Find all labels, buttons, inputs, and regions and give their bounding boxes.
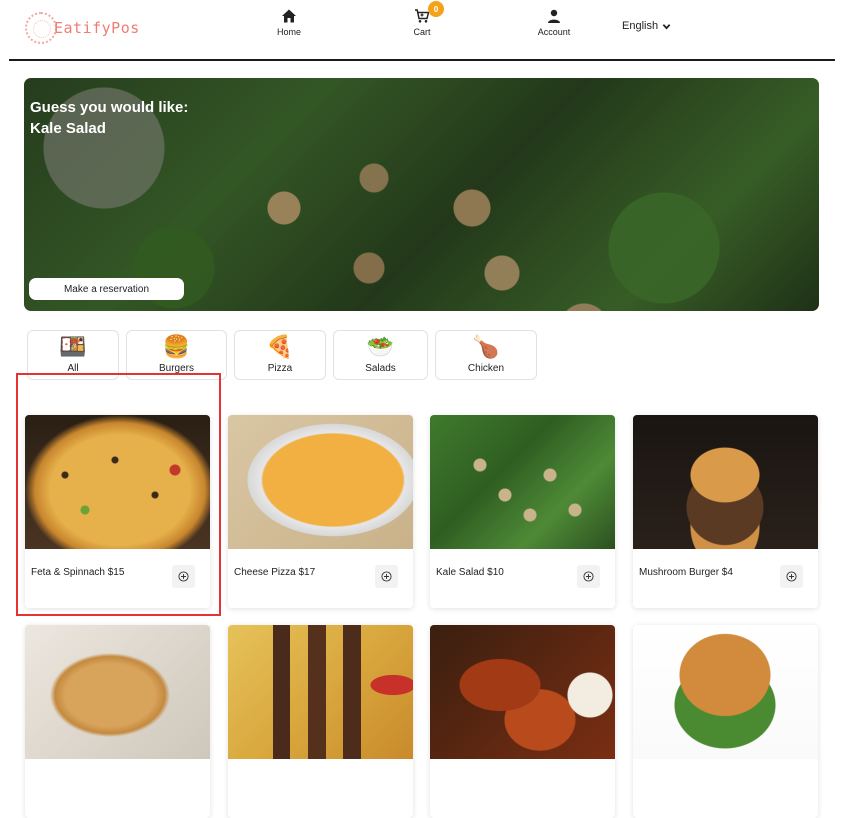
- product-name-price: Mushroom Burger $4: [639, 567, 733, 578]
- add-to-cart-button[interactable]: [375, 565, 398, 588]
- category-label: Pizza: [267, 363, 293, 374]
- product-image: [228, 415, 413, 549]
- add-to-cart-button[interactable]: [780, 565, 803, 588]
- product-image: [25, 415, 210, 549]
- category-salads[interactable]: 🥗 Salads: [333, 330, 428, 380]
- category-all[interactable]: 🍱 All: [27, 330, 119, 380]
- category-pizza[interactable]: 🍕 Pizza: [234, 330, 326, 380]
- category-filter-bar: 🍱 All 🍔 Burgers 🍕 Pizza 🥗 Salads 🍗 Chick…: [27, 330, 544, 380]
- product-name-price: Feta & Spinnach $15: [31, 567, 125, 578]
- make-reservation-button[interactable]: Make a reservation: [29, 278, 184, 300]
- hero-title: Guess you would like: Kale Salad: [30, 97, 188, 139]
- add-to-cart-button[interactable]: [577, 565, 600, 588]
- burger-icon: 🍔: [162, 334, 191, 359]
- nav-home[interactable]: Home: [274, 8, 304, 37]
- product-image: [228, 625, 413, 759]
- plus-circle-icon: [178, 571, 189, 582]
- product-card[interactable]: Kale Salad $10: [430, 415, 615, 608]
- plus-circle-icon: [381, 571, 392, 582]
- nav-cart-label: Cart: [413, 27, 431, 37]
- logo-icon: [25, 12, 57, 44]
- product-name-price: Cheese Pizza $17: [234, 567, 316, 578]
- product-image: [430, 625, 615, 759]
- category-label: Burgers: [158, 363, 194, 374]
- product-card[interactable]: Feta & Spinnach $15: [25, 415, 210, 608]
- add-to-cart-button[interactable]: [172, 565, 195, 588]
- home-icon: [282, 9, 296, 23]
- category-label: Salads: [365, 363, 396, 374]
- plus-circle-icon: [786, 571, 797, 582]
- product-card[interactable]: [25, 625, 210, 818]
- category-burgers[interactable]: 🍔 Burgers: [126, 330, 227, 380]
- product-name-price: Kale Salad $10: [436, 567, 504, 578]
- hero-banner: Guess you would like: Kale Salad Make a …: [24, 78, 819, 311]
- pizza-icon: 🍕: [266, 334, 294, 359]
- nav-home-label: Home: [276, 27, 301, 37]
- salad-icon: 🥗: [366, 334, 395, 359]
- all-food-icon: 🍱: [59, 334, 87, 359]
- chicken-leg-icon: 🍗: [472, 334, 500, 359]
- product-image: [633, 415, 818, 549]
- nav-cart[interactable]: Cart 0: [407, 1, 444, 37]
- top-navbar: EatifyPos Home Cart 0 Account English: [0, 0, 849, 61]
- language-selector[interactable]: English: [622, 20, 671, 32]
- product-card[interactable]: Mushroom Burger $4: [633, 415, 818, 608]
- product-card[interactable]: [430, 625, 615, 818]
- category-label: All: [67, 363, 79, 374]
- hero-subtitle: Guess you would like:: [30, 99, 189, 116]
- chevron-down-icon: [662, 23, 671, 29]
- header-divider: [9, 59, 835, 61]
- plus-circle-icon: [583, 571, 594, 582]
- brand-logo[interactable]: EatifyPos: [25, 11, 139, 45]
- language-label: English: [622, 20, 659, 32]
- hero-dish-name: Kale Salad: [30, 120, 106, 137]
- user-icon: [548, 9, 560, 23]
- category-chicken[interactable]: 🍗 Chicken: [435, 330, 537, 380]
- product-image: [633, 625, 818, 759]
- nav-account[interactable]: Account: [534, 8, 574, 37]
- product-image: [430, 415, 615, 549]
- product-card[interactable]: [228, 625, 413, 818]
- brand-name: EatifyPos: [54, 19, 140, 37]
- cart-count-badge: 0: [428, 1, 444, 17]
- product-card[interactable]: [633, 625, 818, 818]
- product-image: [25, 625, 210, 759]
- nav-account-label: Account: [537, 27, 571, 37]
- category-label: Chicken: [467, 363, 505, 374]
- product-card[interactable]: Cheese Pizza $17: [228, 415, 413, 608]
